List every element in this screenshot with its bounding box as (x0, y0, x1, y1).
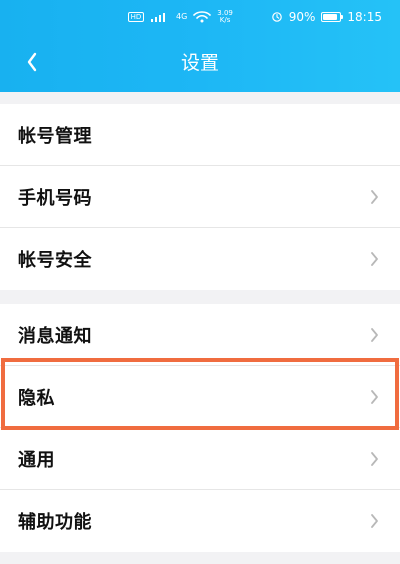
settings-item-label: 帐号安全 (18, 250, 92, 271)
chevron-right-icon (371, 514, 378, 528)
wifi-icon (193, 11, 212, 23)
settings-item-account-management[interactable]: 帐号管理 (0, 104, 400, 166)
alarm-clock-icon (271, 12, 282, 22)
battery-percentage: 90% (288, 10, 316, 24)
settings-group-account: 帐号管理 手机号码 帐号安全 (0, 104, 400, 290)
chevron-right-icon (371, 252, 378, 266)
settings-item-phone-number[interactable]: 手机号码 (0, 166, 400, 228)
settings-item-account-security[interactable]: 帐号安全 (0, 228, 400, 290)
chevron-right-icon (371, 189, 378, 204)
network-speed: 3.09 K/s (217, 10, 233, 24)
page-title: 设置 (180, 52, 219, 74)
status-center: HD 4G 3.09 K/s (128, 9, 233, 25)
status-right: 90% 18:15 (271, 9, 382, 25)
settings-item-label: 消息通知 (18, 325, 92, 347)
settings-item-label: 通用 (18, 449, 55, 471)
top-header: HD 4G 3.09 K/s 90% 18:15 设置 (0, 0, 400, 92)
clock-time: 18:15 (347, 10, 382, 24)
network-speed-unit: K/s (219, 16, 231, 24)
settings-group-general: 消息通知 隐私 通用 辅助功能 (0, 304, 400, 552)
settings-item-label: 隐私 (18, 387, 55, 409)
chevron-right-icon (371, 327, 378, 342)
chevron-right-icon (371, 389, 378, 404)
settings-item-general[interactable]: 通用 (0, 428, 400, 490)
settings-item-accessibility[interactable]: 辅助功能 (0, 490, 400, 552)
settings-item-label: 帐号管理 (18, 125, 92, 147)
settings-item-privacy[interactable]: 隐私 (0, 366, 400, 428)
settings-item-message-notifications[interactable]: 消息通知 (0, 304, 400, 366)
chevron-right-icon (371, 451, 378, 466)
signal-strength-icon (151, 13, 165, 22)
settings-item-label: 辅助功能 (18, 512, 92, 533)
navigation-bar: 设置 (0, 38, 400, 88)
network-type-label: 4G (176, 12, 188, 21)
battery-icon (321, 12, 344, 22)
sim-card-icon: HD (128, 12, 144, 22)
settings-item-label: 手机号码 (18, 187, 92, 209)
status-bar: HD 4G 3.09 K/s 90% 18:15 (0, 0, 400, 34)
